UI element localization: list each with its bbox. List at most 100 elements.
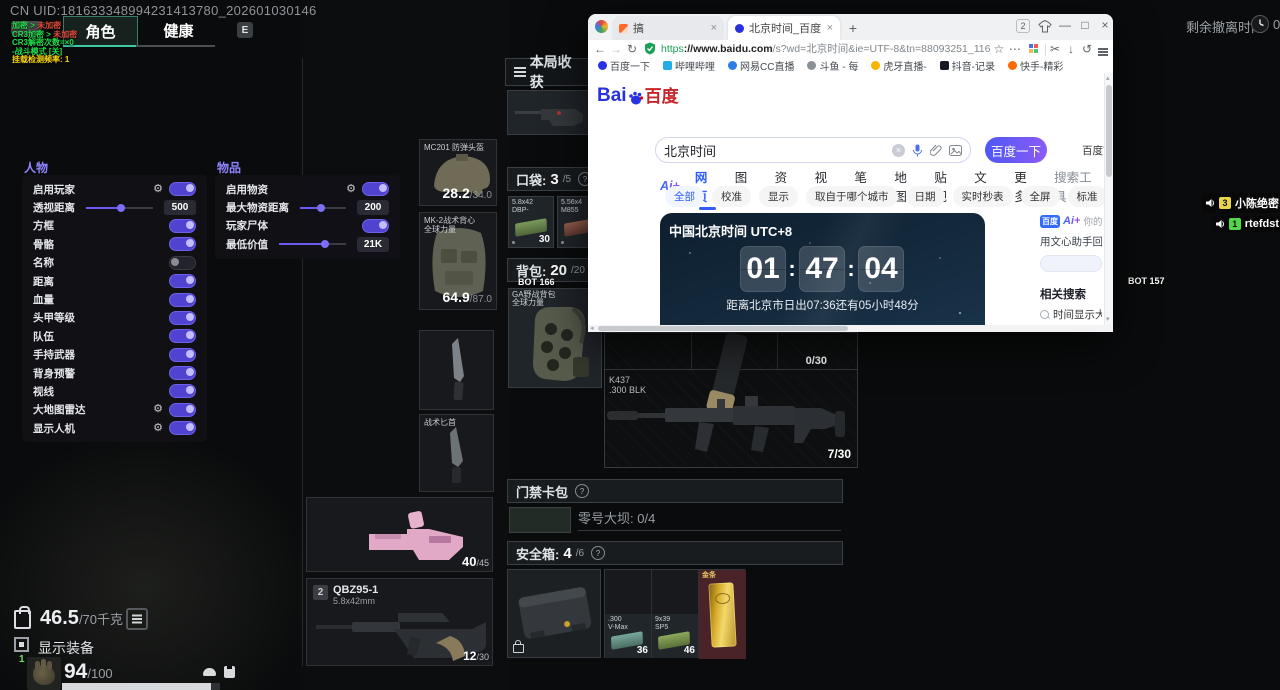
address-bar[interactable]: https://www.baidu.com/s?wd=北京时间&ie=UTF-8… <box>661 41 991 56</box>
gear-icon[interactable]: ⚙ <box>153 184 163 195</box>
clear-icon[interactable]: × <box>892 144 905 157</box>
tab-close-icon[interactable]: × <box>711 22 717 34</box>
browser-tab-1[interactable]: 搞 × <box>612 16 724 40</box>
chip[interactable]: 显示 <box>759 186 798 207</box>
download-icon[interactable]: ↓ <box>1063 42 1079 56</box>
toggle-enable-player[interactable] <box>169 182 196 196</box>
health-bar <box>62 683 220 690</box>
chip[interactable]: 校准 <box>712 186 751 207</box>
image-search-icon[interactable] <box>949 145 962 156</box>
slot-vest[interactable]: MK-2战术背心全球力量 64.9/87.0 <box>419 212 497 310</box>
chip[interactable]: 标准 <box>1068 186 1105 207</box>
toggle-enable-loot[interactable] <box>362 182 389 196</box>
safe-item-ammo-300[interactable]: .300V-Max 36 <box>605 614 651 658</box>
extension-count-badge[interactable]: 2 <box>1016 19 1030 33</box>
pocket-item-ammo-5.8[interactable]: 5.8x42DBP- 30 <box>508 196 554 248</box>
hp-value: 94/100 <box>64 660 113 684</box>
bookmark-star-icon[interactable]: ☆ <box>991 42 1007 56</box>
bookmark-item[interactable]: 网易CC直播 <box>728 58 794 73</box>
safe-item-ammo-9x39[interactable]: 9x39SP5 46 <box>652 614 698 658</box>
more-icon[interactable]: ⋯ <box>1007 42 1023 56</box>
minimize-button[interactable]: — <box>1056 18 1074 32</box>
apps-grid-icon[interactable] <box>1029 44 1038 53</box>
sort-button[interactable] <box>126 608 148 630</box>
show-gear-checkbox[interactable] <box>14 637 29 652</box>
slot-helmet[interactable]: MC201 防弹头盔 28.2/34.0 <box>419 139 497 206</box>
list-icon[interactable] <box>514 71 526 73</box>
help-icon[interactable]: ? <box>591 546 605 560</box>
search-query[interactable]: 北京时间 <box>664 141 885 160</box>
search-box[interactable]: 北京时间 × <box>655 137 971 163</box>
bookmark-item[interactable]: 斗鱼 - 每 <box>807 58 858 73</box>
v-scroll-thumb[interactable] <box>1106 85 1112 177</box>
undo-icon[interactable]: ↺ <box>1079 42 1095 56</box>
slider-loot-distance[interactable] <box>300 207 346 209</box>
slot-melee-2[interactable]: 战术匕首 <box>419 414 494 492</box>
tab-health[interactable]: 健康 <box>142 16 215 45</box>
mic-icon[interactable] <box>912 144 923 157</box>
tab-close-icon[interactable]: × <box>827 22 833 34</box>
browser-logo[interactable] <box>595 20 608 33</box>
extract-timer-value: 0 <box>1273 17 1280 32</box>
close-button[interactable]: × <box>1096 18 1114 32</box>
maximize-button[interactable]: □ <box>1076 18 1094 32</box>
browser-tab-2-active[interactable]: 北京时间_百度搜索 × <box>728 16 840 40</box>
gear-icon[interactable]: ⚙ <box>346 184 356 195</box>
bookmark-item[interactable]: 虎牙直播- <box>871 58 926 73</box>
toggle-distance[interactable] <box>169 274 196 288</box>
toggle-player-corpse[interactable] <box>362 219 389 233</box>
help-icon[interactable]: ? <box>575 484 589 498</box>
toggle-box[interactable] <box>169 219 196 233</box>
toggle-armor-level[interactable] <box>169 311 196 325</box>
toggle-sightline[interactable] <box>169 384 196 398</box>
keycard-slot[interactable] <box>509 507 571 533</box>
forward-button[interactable]: → <box>608 42 624 56</box>
slider-esp-distance[interactable] <box>86 207 153 209</box>
slot-secondary-weapon[interactable]: 40/45 <box>306 497 493 572</box>
h-scroll-thumb[interactable] <box>598 326 848 331</box>
new-tab-button[interactable]: + <box>844 20 862 36</box>
safe-item-gold-bar[interactable]: 金条 <box>699 570 746 659</box>
search-button[interactable]: 百度一下 <box>985 137 1047 163</box>
avatar[interactable] <box>27 657 61 690</box>
ai-input[interactable] <box>1040 255 1102 272</box>
bookmark-item[interactable]: 哔哩哔哩 <box>663 58 715 73</box>
horizontal-scrollbar[interactable]: ◂ <box>588 325 1104 332</box>
slider-min-value[interactable] <box>279 243 346 245</box>
back-button[interactable]: ← <box>592 42 608 56</box>
gear-icon[interactable]: ⚙ <box>153 404 163 415</box>
bookmark-item[interactable]: 抖音-记录 <box>940 58 995 73</box>
bookmark-item[interactable]: 快手-精彩 <box>1008 58 1063 73</box>
cheat-row: 队伍 <box>22 327 207 345</box>
toggle-held-weapon[interactable] <box>169 348 196 362</box>
loot-item-weapon[interactable] <box>507 90 601 135</box>
chip[interactable]: 日期 <box>906 186 945 207</box>
related-item[interactable]: 时间显示大屏 <box>1040 306 1102 323</box>
chip[interactable]: 实时秒表 <box>953 186 1013 207</box>
chip[interactable]: 取自于哪个城市 <box>806 186 898 207</box>
reload-button[interactable]: ↻ <box>624 42 640 56</box>
chip[interactable]: 全屏 <box>1021 186 1060 207</box>
slot-melee-1[interactable] <box>419 330 494 410</box>
safebox-item[interactable] <box>507 569 601 658</box>
toggle-health[interactable] <box>169 293 196 307</box>
toggle-bones[interactable] <box>169 237 196 251</box>
weapon-name: QBZ95-1 <box>333 584 378 596</box>
toggle-team[interactable] <box>169 329 196 343</box>
toggle-name[interactable] <box>169 256 196 270</box>
bookmark-item[interactable]: 百度一下 <box>598 58 650 73</box>
toggle-map-radar[interactable] <box>169 403 196 417</box>
safebox-header: 安全箱: 4 /6 ? <box>507 541 843 565</box>
cheat-row: 启用物资⚙ <box>215 180 400 198</box>
toggle-back-warning[interactable] <box>169 366 196 380</box>
gear-icon[interactable]: ⚙ <box>153 423 163 434</box>
attachment-icon[interactable] <box>930 144 942 156</box>
slot-primary-weapon[interactable]: 2 QBZ95-1 5.8x42mm 12/30 <box>306 578 493 666</box>
vertical-scrollbar[interactable]: ▴ ▾ <box>1104 73 1113 325</box>
baidu-home-link[interactable]: 百度首页 <box>1082 143 1104 158</box>
scissors-icon[interactable]: ✂ <box>1047 42 1063 56</box>
chip[interactable]: 全部 <box>665 186 704 207</box>
menu-icon[interactable] <box>1095 42 1111 56</box>
toggle-show-bots[interactable] <box>169 421 196 435</box>
skin-icon[interactable] <box>1038 20 1052 33</box>
